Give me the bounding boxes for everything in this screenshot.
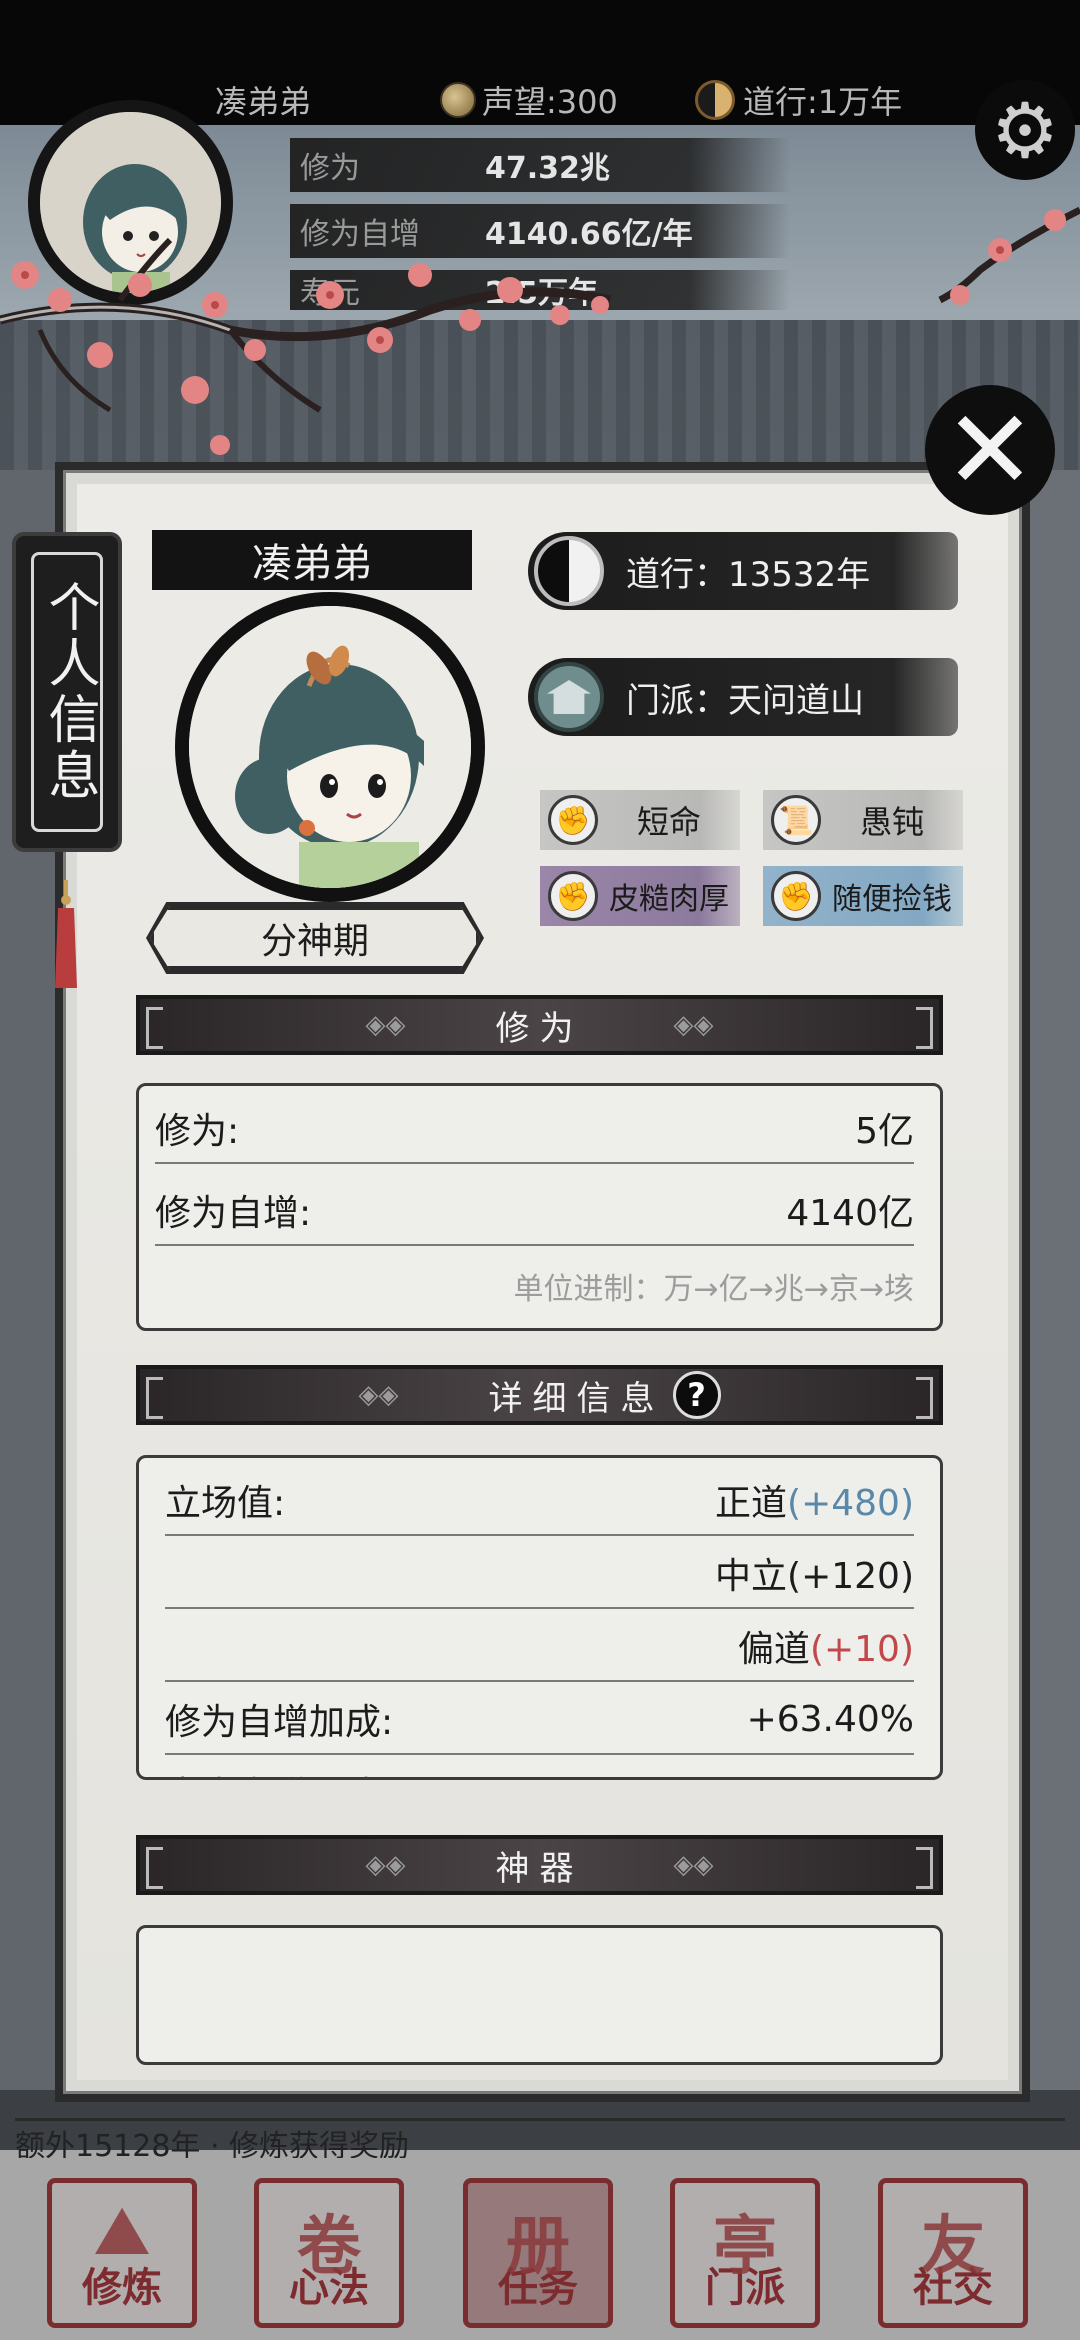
gear-icon: ⚙ [990,85,1060,175]
trait-badge[interactable]: 📜 愚钝 [763,790,963,850]
hud-reputation: 声望:300 [440,75,618,125]
dao-text: 道行：13532年 [626,554,871,595]
diamond-ornament-icon: ◈◈ [365,1850,406,1880]
help-icon[interactable]: ? [672,1371,721,1419]
row-value: +379.50% [724,1772,914,1778]
stance-row: 立场值: 正道(+480) [165,1466,914,1536]
profile-name-plaque: 凑弟弟 [152,530,472,590]
nav-cultivate[interactable]: ⛰ 修炼 [47,2178,197,2328]
section-title: 详细信息 [488,1378,665,1419]
cultivation-box: 修为: 5亿 修为自增: 4140亿 单位进制：万→亿→兆→京→垓 [136,1083,943,1331]
trait-badge[interactable]: ✊ 皮糙肉厚 [540,866,740,926]
sect-info-pill[interactable]: 门派：天问道山 [528,658,958,736]
section-header-artifacts: ◈◈ 神器 ◈◈ [136,1835,943,1895]
yinyang-icon [695,80,735,120]
diamond-ornament-icon: ◈◈ [358,1380,399,1410]
scroll-icon: 卷 [297,2210,361,2284]
people-icon: 友 [921,2210,985,2284]
sect-text: 门派：天问道山 [626,680,864,721]
bonus-row: 修为自增加成: +63.40% [165,1685,914,1755]
row-label: 修为自增加成: [165,1702,394,1743]
side-tab-personal-info[interactable]: 个人信息 [12,532,122,852]
settings-button[interactable]: ⚙ [975,80,1075,180]
fist-icon: ✊ [771,871,821,921]
diamond-ornament-icon: ◈◈ [673,1850,714,1880]
artifacts-box[interactable] [136,1925,943,2065]
avatar-girl-icon [189,606,471,888]
section-title: 修为 [495,1008,584,1049]
pavilion-icon: 亭 [713,2210,777,2284]
hud-player-name: 凑弟弟 [215,75,311,125]
stat-row: 修为: 5亿 [155,1094,914,1164]
sect-temple-icon [534,662,604,732]
diamond-ornament-icon: ◈◈ [365,1010,406,1040]
fist-icon: ✊ [548,871,598,921]
trait-label: 皮糙肉厚 [609,882,729,917]
tassel-ornament [55,880,77,988]
stance-good: 正道(+480) [715,1483,914,1524]
side-tab-label: 个人信息 [31,552,103,832]
dao-info-pill: 道行：13532年 [528,532,958,610]
row-label: 修为: [155,1111,240,1152]
plum-blossom-branch [0,206,1080,455]
realm-plaque: 分神期 [150,906,480,970]
trait-badge[interactable]: ✊ 随便捡钱 [763,866,963,926]
player-name-text: 凑弟弟 [215,83,312,121]
mountain-icon: ⛰ [95,2195,149,2269]
row-value: 5亿 [855,1111,914,1152]
fist-icon: ✊ [548,795,598,845]
stance-evil: 偏道(+10) [737,1629,914,1670]
row-value: 4140亿 [786,1193,914,1234]
book-icon: 册 [506,2210,570,2284]
row-label: 立场值: [165,1483,286,1524]
trait-label: 短命 [636,803,701,841]
scroll-icon: 📜 [771,795,821,845]
profile-avatar[interactable] [175,592,485,902]
close-button[interactable]: ✕ [925,385,1055,515]
nav-methods[interactable]: 卷 心法 [254,2178,404,2328]
close-icon: ✕ [943,386,1037,514]
nav-sect[interactable]: 亭 门派 [670,2178,820,2328]
reputation-text: 声望:300 [482,83,618,121]
section-title: 神器 [495,1848,584,1889]
stance-row: 偏道(+10) [165,1612,914,1682]
ticker-text: 额外15128年 · 修炼获得奖励 [15,2118,1065,2158]
nav-social[interactable]: 友 社交 [878,2178,1028,2328]
stance-row: 中立(+120) [165,1539,914,1609]
unit-note: 单位进制：万→亿→兆→京→垓 [513,1272,914,1307]
details-box[interactable]: 立场值: 正道(+480) 中立(+120) 偏道(+10) 修为自增加成: +… [136,1455,943,1780]
section-header-cultivation: ◈◈ 修为 ◈◈ [136,995,943,1055]
realm-text: 分神期 [260,921,369,962]
trait-label: 随便捡钱 [832,882,952,917]
nav-tasks[interactable]: 册 任务 [463,2178,613,2328]
trait-label: 愚钝 [859,803,924,841]
row-label: 修为自增: [155,1193,312,1234]
hud-dao: 道行:1万年 [695,75,902,125]
row-value: +63.40% [746,1698,914,1740]
yinyang-icon [534,536,604,606]
stat-row: 修为自增: 4140亿 [155,1176,914,1246]
trait-badge[interactable]: ✊ 短命 [540,790,740,850]
coin-icon [440,82,476,118]
stance-neutral: 中立(+120) [715,1556,914,1597]
row-label: 点击自增加成: [165,1766,393,1777]
side-tab-text: 个人信息 [39,580,99,804]
profile-name: 凑弟弟 [252,541,372,587]
section-header-details: ◈◈ 详细信息 ? [136,1365,943,1425]
bonus-row: 点击自增加成: +379.50% [165,1758,914,1778]
diamond-ornament-icon: ◈◈ [673,1010,714,1040]
dao-years-text: 道行:1万年 [743,83,903,121]
